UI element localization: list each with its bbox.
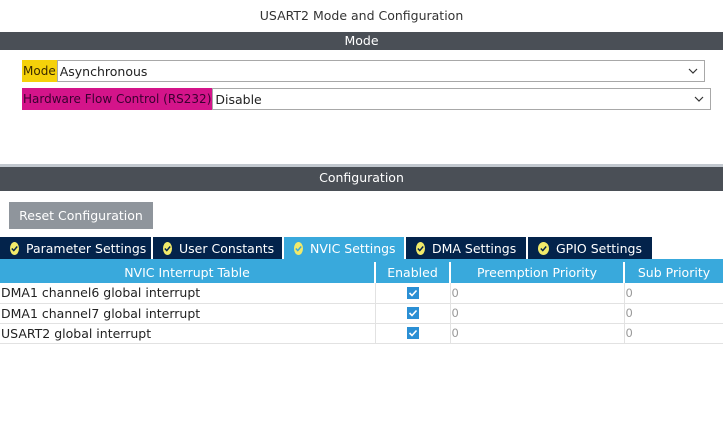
- tab-dma-settings[interactable]: DMA Settings: [406, 237, 528, 259]
- interrupt-name: DMA1 channel6 global interrupt: [0, 283, 376, 304]
- check-circle-icon: [10, 241, 19, 255]
- hw-flow-field-row: Hardware Flow Control (RS232) Disable: [22, 88, 712, 110]
- preemption-priority-value[interactable]: 0: [450, 303, 625, 324]
- table-row[interactable]: DMA1 channel7 global interrupt 0 0: [0, 303, 723, 324]
- interrupt-name: USART2 global interrupt: [0, 323, 376, 344]
- mode-select-value: Asynchronous: [59, 63, 148, 79]
- column-header-enabled[interactable]: Enabled: [375, 262, 451, 283]
- preemption-priority-value[interactable]: 0: [450, 283, 625, 304]
- column-header-sub-priority[interactable]: Sub Priority: [624, 262, 723, 283]
- tab-user-constants[interactable]: User Constants: [153, 237, 284, 259]
- enabled-cell: [375, 323, 451, 344]
- sub-priority-value[interactable]: 0: [624, 323, 723, 344]
- preemption-priority-value[interactable]: 0: [450, 323, 625, 344]
- check-circle-icon: [294, 241, 303, 255]
- enabled-cell: [375, 283, 451, 304]
- checkmark-icon: [408, 329, 418, 337]
- checkmark-icon: [408, 309, 418, 317]
- table-row[interactable]: DMA1 channel6 global interrupt 0 0: [0, 283, 723, 304]
- check-circle-icon: [538, 241, 549, 255]
- chevron-down-icon: [688, 68, 698, 74]
- mode-section-header: Mode: [0, 32, 723, 50]
- column-header-preemption[interactable]: Preemption Priority: [450, 262, 625, 283]
- checkmark-icon: [408, 289, 418, 297]
- hw-flow-select-value: Disable: [215, 91, 262, 107]
- tab-parameter-settings[interactable]: Parameter Settings: [0, 237, 153, 259]
- enabled-checkbox[interactable]: [407, 327, 419, 339]
- check-circle-icon: [163, 241, 172, 255]
- tab-gpio-settings[interactable]: GPIO Settings: [528, 237, 654, 259]
- table-header-row: NVIC Interrupt Table Enabled Preemption …: [0, 262, 723, 283]
- window-title: USART2 Mode and Configuration: [259, 8, 464, 23]
- sub-priority-value[interactable]: 0: [624, 283, 723, 304]
- hw-flow-select[interactable]: Disable: [212, 88, 712, 110]
- column-header-interrupt[interactable]: NVIC Interrupt Table: [0, 262, 376, 283]
- check-circle-icon: [416, 241, 425, 255]
- table-row[interactable]: USART2 global interrupt 0 0: [0, 323, 723, 344]
- reset-configuration-button[interactable]: Reset Configuration: [9, 202, 153, 229]
- tab-label: NVIC Settings: [310, 240, 396, 256]
- tab-label: DMA Settings: [432, 240, 517, 256]
- enabled-checkbox[interactable]: [407, 307, 419, 319]
- config-tabs: Parameter Settings User Constants NVIC S…: [0, 237, 654, 259]
- configuration-section-header: Configuration: [0, 164, 723, 191]
- interrupt-name: DMA1 channel7 global interrupt: [0, 303, 376, 324]
- mode-select[interactable]: Asynchronous: [56, 60, 705, 82]
- sub-priority-value[interactable]: 0: [624, 303, 723, 324]
- tab-label: User Constants: [179, 240, 275, 256]
- tab-label: Parameter Settings: [26, 240, 147, 256]
- enabled-cell: [375, 303, 451, 324]
- chevron-down-icon: [694, 96, 704, 102]
- nvic-interrupt-table: NVIC Interrupt Table Enabled Preemption …: [0, 262, 723, 344]
- hw-flow-label: Hardware Flow Control (RS232): [22, 88, 213, 110]
- tab-label: GPIO Settings: [556, 240, 642, 256]
- tab-nvic-settings[interactable]: NVIC Settings: [284, 237, 406, 259]
- mode-label: Mode: [22, 60, 57, 82]
- mode-field-row: Mode Asynchronous: [22, 60, 705, 82]
- enabled-checkbox[interactable]: [407, 286, 419, 299]
